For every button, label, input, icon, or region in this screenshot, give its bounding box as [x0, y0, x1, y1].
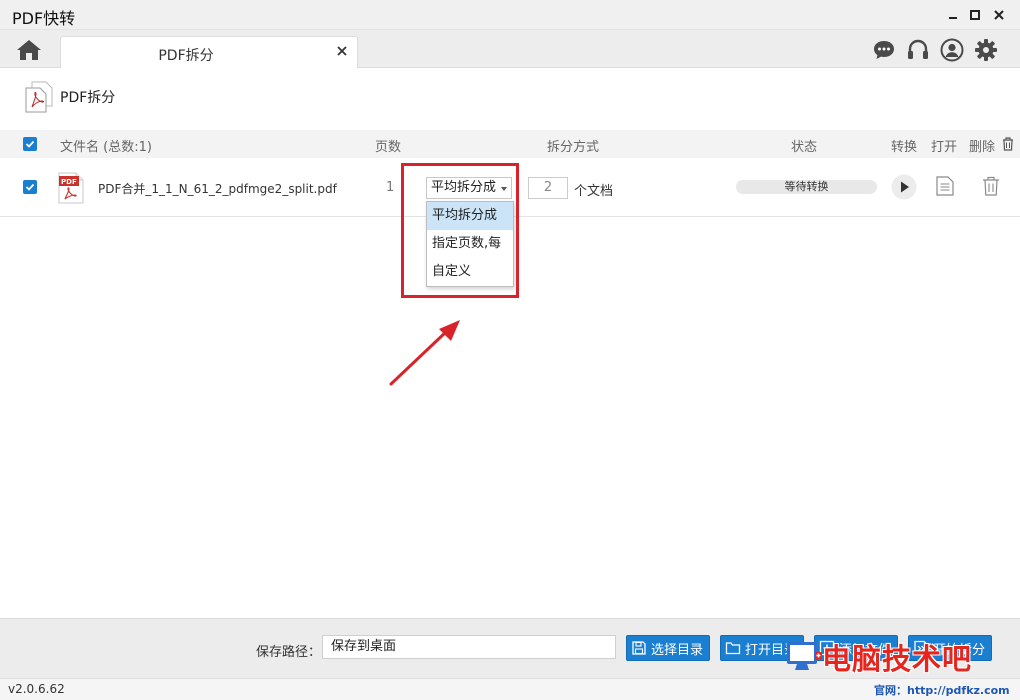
- caret-down-icon: [501, 187, 507, 191]
- dropdown-option-custom[interactable]: 自定义: [427, 258, 513, 286]
- status-bar: v2.0.6.62: [0, 678, 1020, 700]
- settings-button[interactable]: [974, 38, 998, 62]
- page-title: PDF拆分: [60, 90, 116, 106]
- home-icon: [17, 40, 41, 60]
- headset-icon: [908, 39, 928, 59]
- account-button[interactable]: [940, 38, 964, 62]
- open-file-button[interactable]: [936, 176, 954, 200]
- check-icon: [25, 183, 35, 191]
- svg-text:PDF: PDF: [61, 178, 77, 186]
- tab-bar: PDF拆分: [0, 30, 1020, 69]
- play-icon: [891, 174, 917, 200]
- header-pages: 页数: [375, 140, 402, 155]
- dropdown-option-per-page[interactable]: 指定页数,每: [427, 230, 513, 258]
- folder-icon: [725, 640, 741, 656]
- support-button[interactable]: [906, 38, 930, 62]
- app-title: PDF快转: [12, 9, 76, 28]
- trash-icon: [983, 176, 999, 196]
- pdf-file-icon: PDF: [58, 172, 84, 204]
- split-mode-select[interactable]: 平均拆分成: [426, 177, 512, 199]
- tab-label: PDF拆分: [158, 48, 214, 64]
- open-directory-button[interactable]: 打开目录: [720, 635, 805, 661]
- file-name: PDF合并_1_1_N_61_2_pdfmge2_split.pdf: [98, 182, 337, 196]
- pdf-split-icon: [25, 81, 53, 113]
- page-header: PDF拆分: [22, 80, 115, 114]
- start-split-label: 开始拆分: [933, 642, 986, 658]
- doc-count-input[interactable]: 2: [528, 177, 568, 199]
- user-icon: [940, 38, 964, 62]
- row-checkbox[interactable]: [23, 180, 37, 194]
- split-mode-dropdown: 平均拆分成 指定页数,每 自定义: [426, 201, 514, 287]
- doc-count-unit: 个文档: [574, 184, 614, 199]
- maximize-icon: [970, 10, 980, 20]
- status-badge: 等待转换: [736, 180, 877, 194]
- save-icon: [631, 640, 647, 656]
- header-status: 状态: [791, 140, 818, 155]
- minimize-icon: [949, 17, 957, 19]
- chat-icon: [874, 41, 894, 59]
- main-content: PDF拆分 文件名 (总数:1) 页数 拆分方式 状态 转换 打开 删除 PDF: [0, 68, 1020, 618]
- choose-directory-button[interactable]: 选择目录: [626, 635, 711, 661]
- choose-directory-label: 选择目录: [651, 642, 704, 658]
- version-label: v2.0.6.62: [8, 682, 65, 696]
- add-file-button[interactable]: 添加文件: [814, 635, 899, 661]
- header-delete: 删除: [969, 140, 996, 155]
- open-directory-label: 打开目录: [745, 642, 798, 658]
- header-convert: 转换: [891, 140, 918, 155]
- minimize-button[interactable]: [942, 4, 964, 26]
- start-icon: [913, 640, 929, 656]
- maximize-button[interactable]: [964, 4, 986, 26]
- page-count: 1: [386, 180, 395, 195]
- home-button[interactable]: [16, 38, 42, 62]
- header-filename: 文件名 (总数:1): [60, 140, 152, 155]
- start-split-button[interactable]: 开始拆分: [908, 635, 993, 661]
- save-path-input[interactable]: 保存到桌面: [322, 635, 616, 659]
- trash-icon: [1003, 137, 1013, 151]
- delete-row-button[interactable]: [982, 176, 1000, 200]
- header-split-mode: 拆分方式: [547, 140, 600, 155]
- split-mode-value: 平均拆分成: [431, 180, 497, 195]
- dropdown-option-average[interactable]: 平均拆分成: [427, 202, 513, 230]
- table-header: 文件名 (总数:1) 页数 拆分方式 状态 转换 打开 删除: [0, 130, 1020, 158]
- gear-icon: [975, 39, 997, 61]
- bottom-bar: 保存路径： 保存到桌面 选择目录 打开目录 添加文件 开始拆分: [0, 618, 1020, 678]
- tab-close-button[interactable]: [333, 42, 351, 60]
- select-all-checkbox[interactable]: [23, 137, 37, 151]
- document-icon: [936, 176, 954, 196]
- close-icon: [994, 10, 1004, 20]
- delete-all-button[interactable]: [1002, 137, 1014, 155]
- check-icon: [25, 140, 35, 148]
- title-bar: PDF快转: [0, 0, 1020, 30]
- close-icon: [337, 46, 347, 56]
- plus-box-icon: [819, 640, 835, 656]
- add-file-label: 添加文件: [839, 642, 892, 658]
- header-open: 打开: [931, 140, 958, 155]
- save-path-label: 保存路径：: [256, 645, 322, 660]
- convert-button[interactable]: [891, 174, 917, 204]
- chat-button[interactable]: [872, 38, 896, 62]
- close-window-button[interactable]: [988, 4, 1010, 26]
- tab-pdf-split[interactable]: PDF拆分: [60, 36, 358, 69]
